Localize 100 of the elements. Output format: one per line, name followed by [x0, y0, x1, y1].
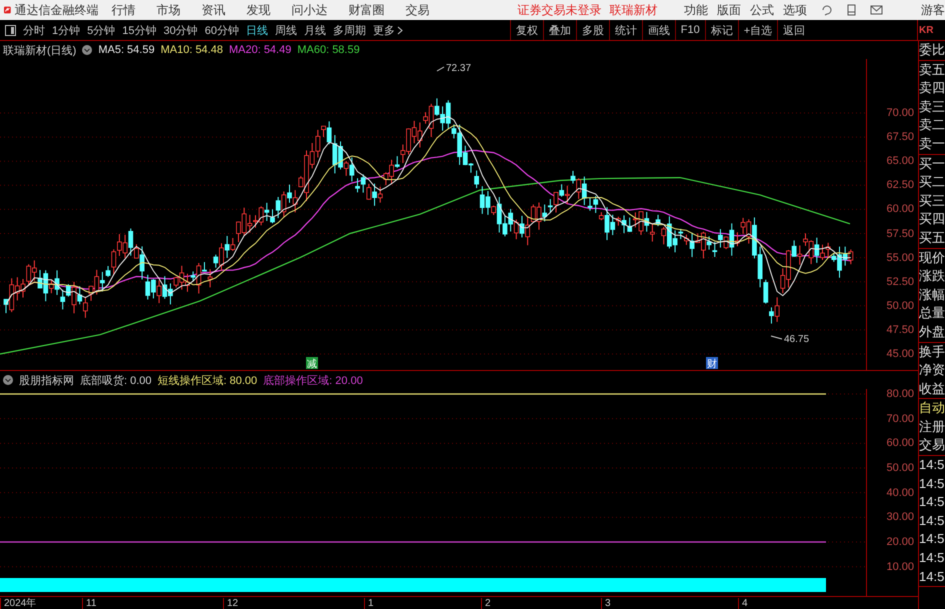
- price-axis-label: 70.00: [886, 107, 914, 119]
- quote-field-label: 卖五: [919, 60, 945, 79]
- price-axis-label: 57.50: [886, 228, 914, 240]
- quote-field-label: 买二: [919, 173, 945, 192]
- ma-value: MA60: 58.59: [297, 44, 360, 56]
- quote-field-label: 总量: [919, 304, 945, 322]
- quote-field-label: 净资: [919, 361, 945, 380]
- value-axis-label: 70.00: [886, 412, 914, 425]
- price-axis-label: 50.00: [886, 300, 914, 312]
- period-tab[interactable]: 1分钟: [52, 22, 80, 38]
- quote-field-label: 委比: [919, 41, 945, 59]
- menu-item[interactable]: 选项: [783, 2, 807, 18]
- date-axis-label: 2024年: [0, 598, 36, 609]
- user-label[interactable]: 游客: [921, 2, 945, 18]
- date-axis-label: 2: [481, 598, 491, 609]
- login-status: 证券交易未登录: [518, 2, 602, 18]
- value-axis-label: 10.00: [886, 560, 914, 573]
- ma-value: MA5: 54.59: [98, 44, 155, 56]
- quote-field-label: 交易: [919, 436, 945, 454]
- quote-field-label: 买五: [919, 228, 945, 247]
- quote-field-label: 收益: [919, 380, 945, 398]
- quote-field-label: 自动: [919, 399, 945, 418]
- ma-value: MA10: 54.48: [160, 44, 223, 56]
- quote-field-label: 卖二: [919, 116, 945, 134]
- quote-field-label: 14:5: [919, 568, 945, 586]
- mail-icon[interactable]: [870, 5, 883, 15]
- quote-field-label: 卖一: [919, 134, 945, 153]
- value-axis-label: 40.00: [886, 486, 914, 499]
- period-tab[interactable]: 月线: [304, 22, 326, 38]
- quote-field-label: 卖三: [919, 98, 945, 116]
- quote-field-label: 买四: [919, 210, 945, 228]
- menu-item[interactable]: 功能: [684, 2, 708, 18]
- value-axis-label: 80.00: [886, 388, 914, 400]
- value-axis-label: 50.00: [886, 462, 914, 474]
- event-marker[interactable]: 减: [306, 357, 318, 370]
- date-axis-label: 4: [738, 598, 748, 609]
- quote-field-label: 注册: [919, 418, 945, 436]
- menu-item[interactable]: 行情: [112, 2, 136, 18]
- indicator-value: 底部吸货: 0.00: [80, 374, 152, 388]
- period-tab[interactable]: 60分钟: [204, 22, 239, 38]
- period-tab[interactable]: 更多: [373, 22, 403, 38]
- high-price-annotation: 72.37: [436, 63, 472, 74]
- indicator-title: 股朋指标网: [19, 374, 74, 388]
- value-axis-label: 30.00: [886, 511, 914, 524]
- date-axis-label: 3: [601, 598, 611, 609]
- date-axis-label: 1: [364, 598, 374, 609]
- menu-item[interactable]: 公式: [750, 2, 774, 18]
- quote-field-label: 买三: [919, 192, 945, 210]
- price-axis-label: 62.50: [886, 179, 914, 192]
- quote-field-label: 14:5: [919, 493, 945, 512]
- menu-item[interactable]: 发现: [246, 2, 271, 18]
- price-axis-label: 47.50: [886, 324, 914, 336]
- app-title: 通达信金融终端: [14, 2, 99, 18]
- quote-field-label: 现价: [919, 248, 945, 267]
- chart-title: 联瑞新材(日线): [3, 44, 76, 58]
- indicator-value: 底部操作区域: 20.00: [263, 374, 363, 388]
- price-axis-label: 67.50: [886, 131, 914, 144]
- quote-field-label: 换手: [919, 342, 945, 360]
- period-tab[interactable]: 30分钟: [164, 22, 198, 38]
- period-tab[interactable]: 15分钟: [122, 22, 156, 38]
- menu-item[interactable]: 版面: [717, 2, 741, 18]
- quote-field-label: 14:5: [919, 512, 945, 530]
- low-price-annotation: 46.75: [770, 334, 810, 345]
- menu-item[interactable]: 交易: [406, 2, 430, 18]
- value-axis-label: 60.00: [886, 437, 914, 450]
- period-tab[interactable]: 周线: [275, 22, 297, 38]
- phone-icon[interactable]: [847, 4, 856, 16]
- quote-field-label: 14:5: [919, 549, 945, 568]
- menu-item[interactable]: 资讯: [202, 2, 226, 18]
- price-axis-label: 45.00: [886, 348, 914, 360]
- quote-field-label: 外盘: [919, 322, 945, 341]
- date-axis-label: 11: [82, 598, 96, 609]
- stock-name: 联瑞新材: [610, 2, 658, 18]
- quote-field-label: 14:5: [919, 456, 945, 474]
- stock-code-badge: KR: [917, 20, 945, 40]
- date-axis-label: 12: [223, 598, 238, 609]
- chevron-right-icon: [397, 26, 403, 34]
- quote-field-label: 买一: [919, 154, 945, 173]
- period-tab[interactable]: 多周期: [333, 22, 366, 38]
- quote-field-label: 14:5: [919, 530, 945, 548]
- panel-toggle-icon[interactable]: [5, 24, 16, 36]
- event-marker[interactable]: 财: [706, 357, 718, 370]
- indicator-value: 短线操作区域: 80.00: [158, 374, 258, 388]
- menu-item[interactable]: 问小达: [292, 2, 328, 18]
- period-tab[interactable]: 分时: [23, 22, 45, 38]
- value-axis-label: 20.00: [886, 536, 914, 548]
- price-axis-label: 55.00: [886, 252, 914, 264]
- period-tab[interactable]: 5分钟: [87, 22, 116, 38]
- period-tab[interactable]: 日线: [246, 22, 268, 38]
- quote-field-label: 14:5: [919, 474, 945, 493]
- collapse-icon[interactable]: [3, 375, 13, 385]
- price-axis-label: 65.00: [886, 155, 914, 168]
- ma-value: MA20: 54.49: [228, 44, 292, 56]
- menu-item[interactable]: 市场: [156, 2, 181, 18]
- quote-field-label: 卖四: [919, 79, 945, 98]
- menu-item[interactable]: 财富圈: [348, 2, 385, 18]
- collapse-icon[interactable]: [82, 45, 92, 55]
- price-axis-label: 52.50: [886, 276, 914, 288]
- quote-field-label: 涨幅: [919, 286, 945, 304]
- price-axis-label: 60.00: [886, 203, 914, 216]
